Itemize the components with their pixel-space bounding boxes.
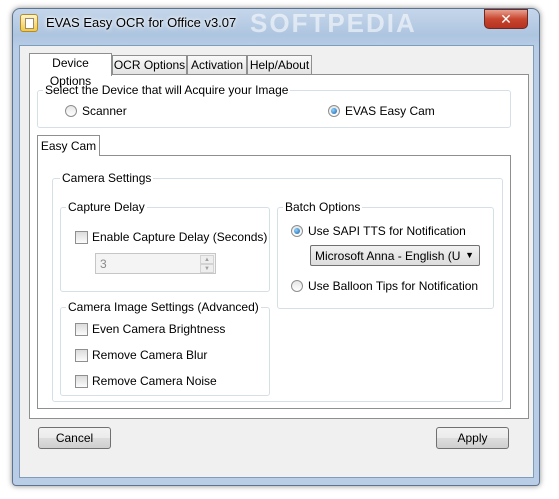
- voice-select[interactable]: Microsoft Anna - English (United States)…: [310, 245, 480, 266]
- balloon-tips-label: Use Balloon Tips for Notification: [308, 279, 479, 293]
- tab-easy-cam[interactable]: Easy Cam: [37, 135, 100, 156]
- capture-delay-spinner[interactable]: 3 ▲ ▼: [95, 253, 216, 274]
- even-brightness-label: Even Camera Brightness: [92, 322, 226, 336]
- app-icon: [20, 14, 38, 32]
- scanner-radio[interactable]: [65, 105, 77, 117]
- tab-help-about[interactable]: Help/About: [247, 55, 312, 74]
- scanner-label: Scanner: [82, 104, 127, 118]
- capture-delay-group: [60, 207, 270, 292]
- remove-noise-checkbox[interactable]: [75, 375, 88, 388]
- easy-cam-radio[interactable]: [328, 105, 340, 117]
- enable-capture-delay-checkbox[interactable]: [75, 231, 88, 244]
- balloon-tips-radio[interactable]: [291, 280, 303, 292]
- enable-capture-delay-label: Enable Capture Delay (Seconds): [92, 230, 268, 244]
- remove-blur-label: Remove Camera Blur: [92, 348, 208, 362]
- cancel-button[interactable]: Cancel: [38, 427, 111, 449]
- batch-options-title: Batch Options: [283, 200, 363, 214]
- tab-ocr-options[interactable]: OCR Options: [112, 55, 187, 74]
- image-settings-title: Camera Image Settings (Advanced): [66, 300, 261, 314]
- sapi-tts-radio[interactable]: [291, 225, 303, 237]
- apply-button[interactable]: Apply: [436, 427, 509, 449]
- down-arrow-icon[interactable]: ▼: [200, 264, 214, 273]
- sapi-tts-label: Use SAPI TTS for Notification: [308, 224, 466, 238]
- capture-delay-title: Capture Delay: [66, 200, 147, 214]
- remove-blur-checkbox[interactable]: [75, 349, 88, 362]
- close-button[interactable]: ✕: [484, 9, 528, 29]
- watermark: SOFTPEDIA: [250, 8, 417, 38]
- up-arrow-icon[interactable]: ▲: [200, 255, 214, 264]
- tab-activation[interactable]: Activation: [187, 55, 247, 74]
- tab-device-options[interactable]: Device Options: [29, 53, 112, 88]
- easy-cam-label: EVAS Easy Cam: [345, 104, 435, 118]
- even-brightness-checkbox[interactable]: [75, 323, 88, 336]
- remove-noise-label: Remove Camera Noise: [92, 374, 217, 388]
- voice-select-value: Microsoft Anna - English (United States): [315, 249, 461, 263]
- capture-delay-value: 3: [100, 257, 107, 271]
- close-icon: ✕: [500, 11, 512, 27]
- chevron-down-icon: ▼: [465, 250, 474, 260]
- camera-settings-title: Camera Settings: [60, 171, 154, 185]
- window-title: EVAS Easy OCR for Office v3.07: [46, 15, 237, 30]
